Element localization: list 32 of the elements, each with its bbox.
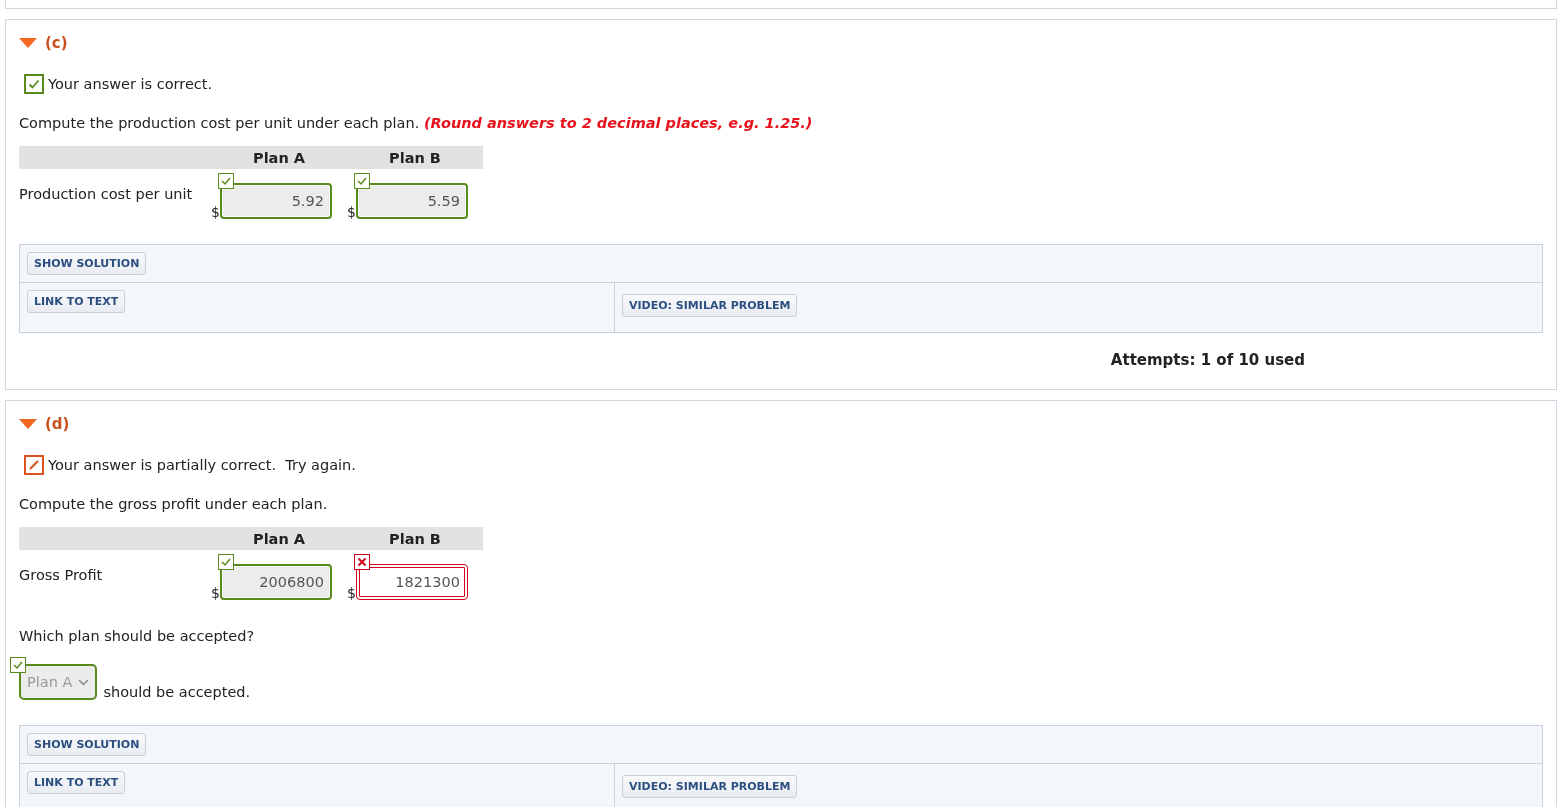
status-message: Your answer is partially correct. Try again. <box>48 457 356 473</box>
answer-field[interactable]: 5.92 <box>219 183 332 219</box>
caret-icon[interactable] <box>19 38 37 48</box>
question-text: Which plan should be accepted? <box>19 628 256 644</box>
currency-sign: $ <box>211 205 220 219</box>
currency-sign: $ <box>347 586 356 600</box>
link-to-text-button[interactable]: LINK TO TEXT <box>27 771 126 794</box>
link-to-text-button[interactable]: LINK TO TEXT <box>27 290 126 313</box>
currency-sign: $ <box>211 586 220 600</box>
show-solution-button[interactable]: SHOW SOLUTION <box>27 252 147 275</box>
question-text: Compute the gross profit under each plan. <box>19 496 329 512</box>
column-header: Plan A <box>252 530 306 547</box>
row-label: Gross Profit <box>19 567 104 583</box>
answer-field[interactable]: 2006800 <box>219 564 332 600</box>
attempts-counter: Attempts: 1 of 10 used <box>1110 351 1305 369</box>
part-label: (d) <box>45 415 70 433</box>
column-header: Plan B <box>388 149 442 166</box>
video-button[interactable]: VIDEO: SIMILAR PROBLEM <box>622 775 798 798</box>
chevron-down-icon <box>78 678 90 686</box>
currency-sign: $ <box>347 205 356 219</box>
answer-field[interactable]: 5.59 <box>355 183 468 219</box>
part-label: (c) <box>45 34 68 52</box>
caret-icon[interactable] <box>19 419 37 429</box>
video-button[interactable]: VIDEO: SIMILAR PROBLEM <box>622 294 798 317</box>
column-header: Plan A <box>252 149 306 166</box>
row-label: Production cost per unit <box>19 186 194 202</box>
question-text: Compute the production cost per unit under each plan. (Round answers to 2 decimal places, e.g. 1.25.) <box>19 115 814 131</box>
show-solution-button[interactable]: SHOW SOLUTION <box>27 733 147 756</box>
answer-sentence: should be accepted. <box>103 684 251 700</box>
answer-field[interactable]: 1821300 <box>355 564 468 600</box>
column-header: Plan B <box>388 530 442 547</box>
status-message: Your answer is correct. <box>48 76 213 92</box>
